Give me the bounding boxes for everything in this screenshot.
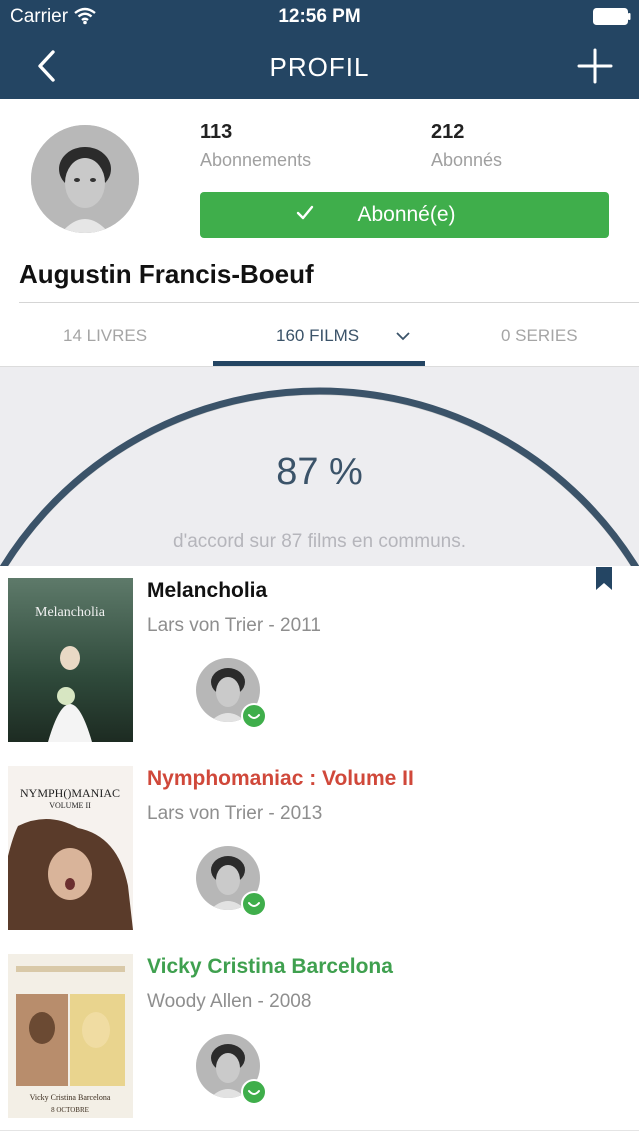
list-item[interactable]: Melancholia Melancholia Lars von Trier -… (0, 566, 639, 755)
add-icon[interactable] (577, 48, 613, 84)
film-title[interactable]: Melancholia (147, 579, 267, 603)
agreement-gauge: 87 % d'accord sur 87 films en communs. (0, 367, 639, 566)
smiley-icon (241, 703, 267, 729)
svg-text:Vicky Cristina Barcelona: Vicky Cristina Barcelona (30, 1093, 111, 1102)
svg-text:VOLUME II: VOLUME II (49, 801, 91, 810)
page-title: PROFIL (269, 52, 370, 82)
film-title[interactable]: Nymphomaniac : Volume II (147, 767, 414, 791)
followers-stat[interactable]: 212 Abonnés (431, 121, 502, 171)
followers-count: 212 (431, 121, 465, 143)
svg-text:8 OCTOBRE: 8 OCTOBRE (51, 1106, 89, 1114)
poster-image: NYMPH()MANIAC VOLUME II (8, 766, 133, 930)
following-count: 113 (200, 121, 233, 143)
smiley-icon (241, 1079, 267, 1105)
active-tab-indicator (213, 361, 425, 366)
poster-image: Melancholia (8, 578, 133, 742)
bookmark-icon[interactable] (596, 567, 612, 590)
status-bar: Carrier 12:56 PM (0, 0, 639, 34)
tab-films[interactable]: 160 FILMS (276, 326, 359, 346)
followers-label: Abonnés (431, 150, 503, 170)
following-label: Abonnements (200, 150, 312, 170)
film-subtitle: Lars von Trier - 2011 (147, 615, 321, 636)
film-subtitle: Woody Allen - 2008 (147, 991, 312, 1012)
follow-button[interactable]: Abonné(e) (200, 192, 609, 238)
film-title[interactable]: Vicky Cristina Barcelona (147, 955, 393, 979)
tab-books[interactable]: 14 LIVRES (63, 326, 147, 346)
film-subtitle: Lars von Trier - 2013 (147, 803, 323, 824)
media-tabs: 14 LIVRES 160 FILMS 0 SERIES (0, 304, 639, 367)
tab-series[interactable]: 0 SERIES (501, 326, 578, 346)
profile-name: Augustin Francis-Boeuf (19, 259, 314, 289)
svg-text:Melancholia: Melancholia (35, 605, 106, 620)
profile-header: 113 Abonnements 212 Abonnés Abonné(e) Au… (0, 99, 639, 303)
svg-text:NYMPH()MANIAC: NYMPH()MANIAC (20, 786, 120, 800)
clock: 12:56 PM (278, 6, 361, 27)
poster-image: Vicky Cristina Barcelona 8 OCTOBRE (8, 954, 133, 1118)
agreement-caption: d'accord sur 87 films en communs. (173, 531, 466, 552)
battery-icon (593, 8, 631, 25)
nav-bar: Carrier 12:56 PM PROFIL (0, 0, 639, 99)
avatar[interactable] (31, 125, 139, 233)
chevron-down-icon[interactable] (396, 332, 410, 341)
list-item[interactable]: Vicky Cristina Barcelona 8 OCTOBRE Vicky… (0, 942, 639, 1131)
list-item[interactable]: NYMPH()MANIAC VOLUME II Nymphomaniac : V… (0, 754, 639, 943)
smiley-icon (241, 891, 267, 917)
divider (19, 302, 639, 303)
following-stat[interactable]: 113 Abonnements (200, 121, 311, 171)
follow-button-label: Abonné(e) (357, 203, 456, 226)
agreement-percent: 87 % (276, 451, 363, 493)
